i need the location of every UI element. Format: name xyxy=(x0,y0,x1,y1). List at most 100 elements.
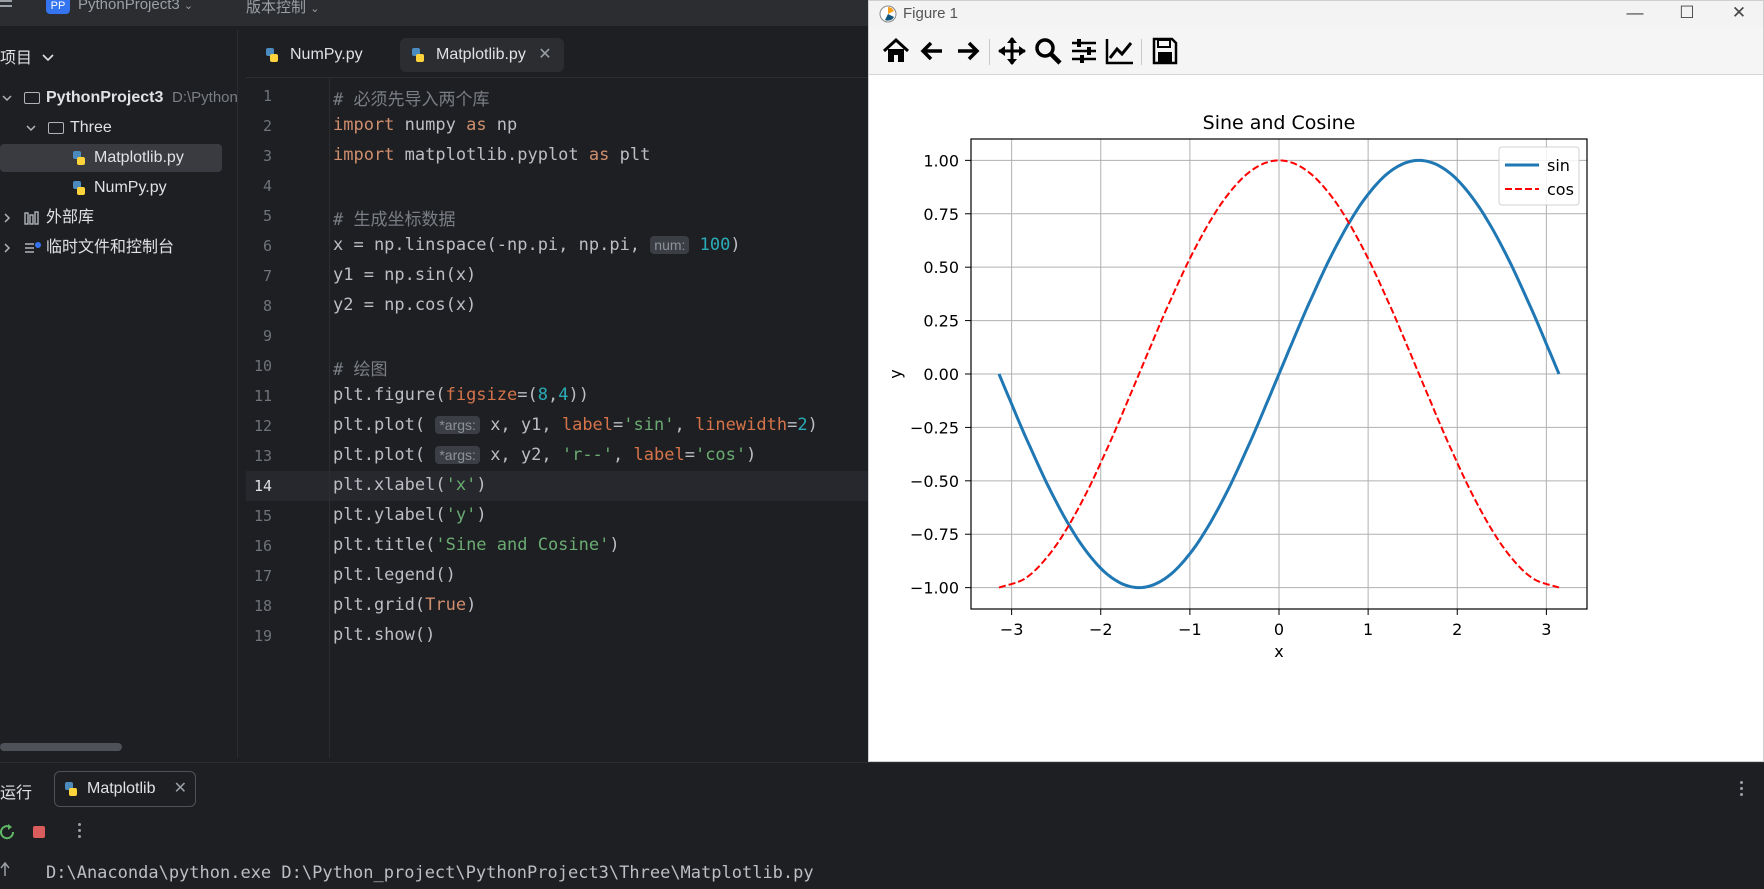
line-number: 2 xyxy=(262,117,272,135)
tree-item-project-root[interactable]: PythonProject3 D:\Python xyxy=(0,84,238,112)
line-number: 7 xyxy=(262,267,272,285)
code-token: 'x' xyxy=(445,475,477,495)
line-number: 10 xyxy=(253,357,272,375)
close-icon[interactable]: ✕ xyxy=(174,772,187,806)
run-panel: 运行 Matplotlib ✕ D:\Anaconda\python.exe D… xyxy=(0,762,1764,889)
code-token: , xyxy=(613,445,634,465)
run-tab-matplotlib[interactable]: Matplotlib ✕ xyxy=(54,771,196,807)
folder-icon xyxy=(48,122,64,134)
chevron-right-icon xyxy=(4,213,11,223)
code-token: numpy xyxy=(394,115,467,135)
tab-matplotlib-py[interactable]: Matplotlib.py ✕ xyxy=(400,38,564,72)
more-options-icon[interactable] xyxy=(78,823,82,841)
tree-item-label: PythonProject3 xyxy=(46,89,164,106)
tree-item-three[interactable]: Three xyxy=(0,114,238,142)
tree-item-numpy-py[interactable]: NumPy.py xyxy=(0,174,238,202)
vcs-selector-label: 版本控制 xyxy=(246,0,307,16)
plot-canvas[interactable]: Sine and Cosine −3 −2 −1 0 1 2 3 −1.00 −0.75 −0.50… xyxy=(869,75,1763,761)
code-line: plt.plot( *args: x, y2, 'r--', label='co… xyxy=(333,445,756,465)
x-tick-label: 3 xyxy=(1541,620,1551,639)
code-line: y1 = np.sin(x) xyxy=(333,265,476,285)
line-number: 13 xyxy=(253,447,272,465)
tree-item-scratches[interactable]: 临时文件和控制台 xyxy=(0,234,238,262)
line-number: 12 xyxy=(253,417,272,435)
save-icon[interactable] xyxy=(1147,35,1181,67)
tab-label: Matplotlib.py xyxy=(436,46,526,63)
tree-item-label: Three xyxy=(70,119,112,136)
main-menu-icon[interactable] xyxy=(0,0,12,12)
toolbar-separator xyxy=(1141,39,1142,65)
code-token: plt.title( xyxy=(333,535,436,555)
zoom-icon[interactable] xyxy=(1031,35,1065,67)
chevron-down-icon: ⌄ xyxy=(183,0,194,12)
code-line: plt.legend() xyxy=(333,565,456,585)
code-token: ) xyxy=(807,415,818,435)
project-panel-header[interactable]: 项目 xyxy=(0,44,55,68)
code-token: 4 xyxy=(558,385,569,405)
line-number: 11 xyxy=(253,387,272,405)
configure-subplots-icon[interactable] xyxy=(1067,35,1101,67)
line-number: 1 xyxy=(262,87,272,105)
line-number: 14 xyxy=(253,477,272,495)
line-number: 9 xyxy=(262,327,272,345)
code-token: 'y' xyxy=(445,505,477,525)
project-selector[interactable]: PythonProject3 ⌄ xyxy=(78,0,193,13)
code-token: ) xyxy=(730,235,741,255)
y-tick-label: −0.50 xyxy=(910,472,959,491)
vcs-selector[interactable]: 版本控制 ⌄ xyxy=(246,0,319,17)
code-token: plt.xlabel( xyxy=(333,475,446,495)
toolbar-separator xyxy=(989,39,990,65)
code-token: = xyxy=(613,415,624,435)
tree-item-label: 临时文件和控制台 xyxy=(46,239,175,256)
code-token: True xyxy=(425,595,467,615)
minimize-icon[interactable]: — xyxy=(1615,3,1655,23)
tree-item-label: NumPy.py xyxy=(94,179,167,196)
code-token: x, y2, xyxy=(490,445,562,465)
code-token: 8 xyxy=(537,385,548,405)
home-icon[interactable] xyxy=(879,35,913,67)
horizontal-scrollbar[interactable] xyxy=(0,743,122,751)
code-token: import xyxy=(333,115,395,135)
code-token: 'sin' xyxy=(623,415,675,435)
code-token: plt.grid( xyxy=(333,595,426,615)
run-panel-title: 运行 xyxy=(0,785,33,802)
editor-tabs: NumPy.py Matplotlib.py ✕ xyxy=(246,30,868,78)
code-line: plt.title('Sine and Cosine') xyxy=(333,535,620,555)
forward-arrow-icon[interactable] xyxy=(951,35,985,67)
code-token: 2 xyxy=(797,415,808,435)
python-file-icon xyxy=(73,181,85,195)
figure-titlebar[interactable]: Figure 1 — ☐ ✕ xyxy=(869,1,1763,27)
code-line: # 绘图 xyxy=(333,355,387,380)
close-icon[interactable]: ✕ xyxy=(538,46,551,63)
stop-icon[interactable] xyxy=(32,825,46,839)
rerun-icon[interactable] xyxy=(0,823,16,841)
edit-axis-icon[interactable] xyxy=(1103,35,1137,67)
code-line: x = np.linspace(-np.pi, np.pi, num: 100) xyxy=(333,235,741,255)
tree-item-matplotlib-py[interactable]: Matplotlib.py xyxy=(0,144,222,172)
more-options-icon[interactable] xyxy=(1740,781,1744,799)
parameter-hint: *args: xyxy=(435,446,480,464)
tab-numpy-py[interactable]: NumPy.py xyxy=(254,38,375,72)
code-token: 'cos' xyxy=(694,445,747,465)
python-file-icon xyxy=(266,48,278,62)
project-selector-label: PythonProject3 xyxy=(78,0,180,13)
x-axis-label: x xyxy=(1274,642,1283,661)
code-token: ) xyxy=(476,505,487,525)
y-tick-label: 0.75 xyxy=(923,205,959,224)
close-icon[interactable]: ✕ xyxy=(1719,3,1759,23)
code-token: plt.plot( xyxy=(333,415,436,435)
code-line: plt.show() xyxy=(333,625,435,645)
scroll-up-icon[interactable] xyxy=(0,861,10,877)
y-tick-label: −0.75 xyxy=(910,525,959,544)
line-number: 6 xyxy=(262,237,272,255)
code-line: y2 = np.cos(x) xyxy=(333,295,476,315)
chevron-down-icon: ⌄ xyxy=(310,3,320,15)
tree-item-external-libraries[interactable]: 外部库 xyxy=(0,204,238,232)
back-arrow-icon[interactable] xyxy=(915,35,949,67)
figure-title: Figure 1 xyxy=(903,5,959,22)
pan-icon[interactable] xyxy=(995,35,1029,67)
project-badge[interactable]: PP xyxy=(46,0,70,14)
line-number: 8 xyxy=(262,297,272,315)
maximize-icon[interactable]: ☐ xyxy=(1667,3,1707,23)
figure-window: Figure 1 — ☐ ✕ Sine and Cosine −3 −2 −1 … xyxy=(868,0,1764,762)
